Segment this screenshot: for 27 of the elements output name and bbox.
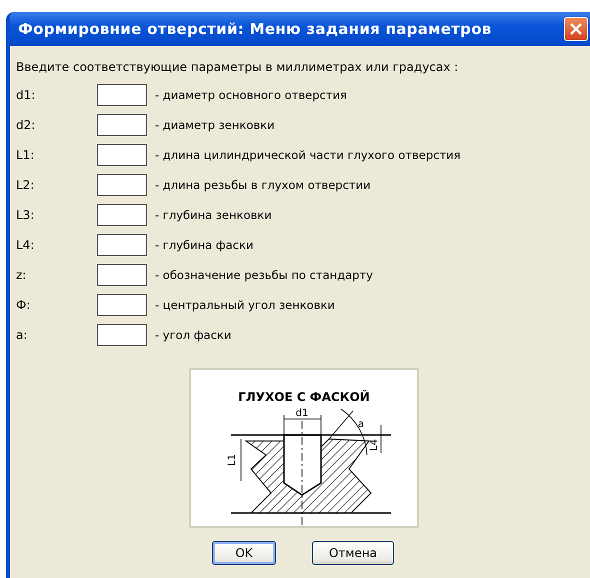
parameter-label: a: bbox=[16, 328, 28, 342]
parameter-label: L3: bbox=[16, 208, 36, 222]
dimension-label: a bbox=[358, 419, 364, 430]
parameter-description: - глубина фаски bbox=[155, 238, 254, 252]
parameter-description: - диаметр основного отверстия bbox=[155, 88, 347, 102]
parameter-description: - диаметр зенковки bbox=[155, 118, 275, 132]
dimension-label: L1 bbox=[227, 454, 238, 466]
parameter-description: - угол фаски bbox=[155, 328, 232, 342]
parameter-label: L1: bbox=[16, 148, 36, 162]
parameter-label: d1: bbox=[16, 88, 36, 102]
window-title: Формировние отверстий: Меню задания параметров bbox=[18, 20, 492, 38]
diagram-title: ГЛУХОЕ С ФАСКОЙ bbox=[238, 390, 370, 404]
parameter-label: L4: bbox=[16, 238, 36, 252]
parameter-description: - длина цилиндрической части глухого отверстия bbox=[155, 148, 461, 162]
parameter-description: - глубина зенковки bbox=[155, 208, 272, 222]
cancel-button[interactable]: Отмена bbox=[312, 541, 394, 565]
parameter-label: Ф: bbox=[16, 298, 32, 312]
parameter-description: - центральный угол зенковки bbox=[155, 298, 335, 312]
ok-button[interactable]: OK bbox=[212, 541, 276, 565]
dimension-label: L4 bbox=[369, 439, 380, 451]
parameter-label: z: bbox=[16, 268, 28, 282]
parameter-label: d2: bbox=[16, 118, 36, 132]
instruction-text: Введите соответствующие параметры в миллиметрах или градусах : bbox=[16, 59, 460, 76]
parameter-label: L2: bbox=[16, 178, 36, 192]
parameter-description: - обозначение резьбы по стандарту bbox=[155, 268, 373, 282]
parameter-description: - длина резьбы в глухом отверстии bbox=[155, 178, 371, 192]
dimension-label: d1 bbox=[296, 408, 308, 419]
